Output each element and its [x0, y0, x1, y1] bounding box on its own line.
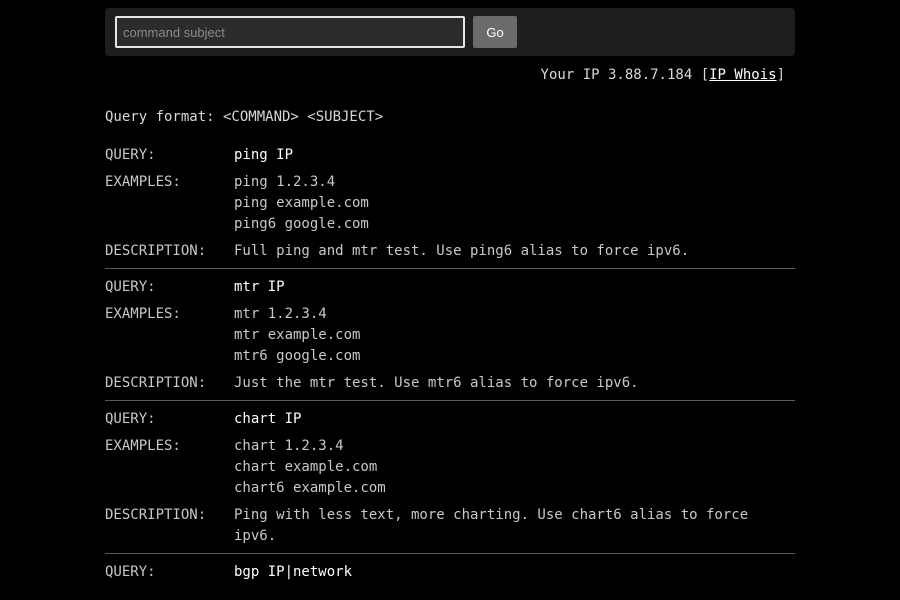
description-value: Ping with less text, more charting. Use …: [234, 507, 749, 544]
command-block: QUERY: mtr IP EXAMPLES: mtr 1.2.3.4 mtr exam…: [105, 269, 795, 401]
example-item: chart6 example.com: [234, 480, 386, 496]
ip-text: Your IP 3.88.7.184 [: [540, 67, 710, 83]
description-label: DESCRIPTION:: [105, 243, 207, 259]
description-label: DESCRIPTION:: [105, 375, 207, 391]
example-item: mtr 1.2.3.4: [234, 306, 327, 322]
query-label: QUERY:: [105, 564, 156, 580]
example-item: chart 1.2.3.4: [234, 438, 344, 454]
ip-info: Your IP 3.88.7.184 [IP Whois]: [105, 66, 795, 84]
example-item: ping example.com: [234, 195, 369, 211]
examples-row: EXAMPLES: chart 1.2.3.4 chart example.com c…: [105, 436, 795, 499]
query-value: ping IP: [234, 147, 294, 163]
description-row: DESCRIPTION: Just the mtr test. Use mtr6 …: [105, 373, 795, 394]
query-value: chart IP: [234, 411, 302, 427]
query-label: QUERY:: [105, 279, 156, 295]
query-value: bgp IP|network: [234, 564, 353, 580]
command-list: QUERY: ping IP EXAMPLES: ping 1.2.3.4 ping e…: [105, 137, 795, 589]
query-value: mtr IP: [234, 279, 285, 295]
command-block: QUERY: bgp IP|network: [105, 554, 795, 589]
example-item: chart example.com: [234, 459, 378, 475]
query-row: QUERY: chart IP: [105, 409, 795, 430]
example-item: ping6 google.com: [234, 216, 369, 232]
example-item: ping 1.2.3.4: [234, 174, 336, 190]
description-value: Full ping and mtr test. Use ping6 alias …: [234, 243, 690, 259]
examples-label: EXAMPLES:: [105, 174, 181, 190]
examples-label: EXAMPLES:: [105, 438, 181, 454]
command-block: QUERY: ping IP EXAMPLES: ping 1.2.3.4 ping e…: [105, 137, 795, 269]
example-item: mtr6 google.com: [234, 348, 361, 364]
query-label: QUERY:: [105, 411, 156, 427]
examples-label: EXAMPLES:: [105, 306, 181, 322]
description-label: DESCRIPTION:: [105, 507, 207, 523]
search-bar: Go: [105, 8, 795, 56]
query-label: QUERY:: [105, 147, 156, 163]
command-block: QUERY: chart IP EXAMPLES: chart 1.2.3.4 char…: [105, 401, 795, 554]
go-button[interactable]: Go: [473, 16, 517, 48]
search-input[interactable]: [115, 16, 465, 48]
example-item: mtr example.com: [234, 327, 361, 343]
ip-whois-link[interactable]: IP Whois: [709, 67, 776, 83]
examples-value: mtr 1.2.3.4 mtr example.com mtr6 google.co…: [234, 304, 795, 367]
examples-row: EXAMPLES: mtr 1.2.3.4 mtr example.com mtr6 …: [105, 304, 795, 367]
query-row: QUERY: bgp IP|network: [105, 562, 795, 583]
ip-bracket-close: ]: [776, 67, 785, 83]
query-row: QUERY: mtr IP: [105, 277, 795, 298]
examples-row: EXAMPLES: ping 1.2.3.4 ping example.com pin…: [105, 172, 795, 235]
page-container: Go Your IP 3.88.7.184 [IP Whois] Query f…: [105, 8, 795, 589]
examples-value: ping 1.2.3.4 ping example.com ping6 google…: [234, 172, 795, 235]
description-value: Just the mtr test. Use mtr6 alias to for…: [234, 375, 639, 391]
examples-value: chart 1.2.3.4 chart example.com chart6 exa…: [234, 436, 795, 499]
query-format: Query format: <COMMAND> <SUBJECT>: [105, 109, 384, 125]
description-row: DESCRIPTION: Ping with less text, more ch…: [105, 505, 795, 547]
description-row: DESCRIPTION: Full ping and mtr test. Use …: [105, 241, 795, 262]
query-row: QUERY: ping IP: [105, 145, 795, 166]
